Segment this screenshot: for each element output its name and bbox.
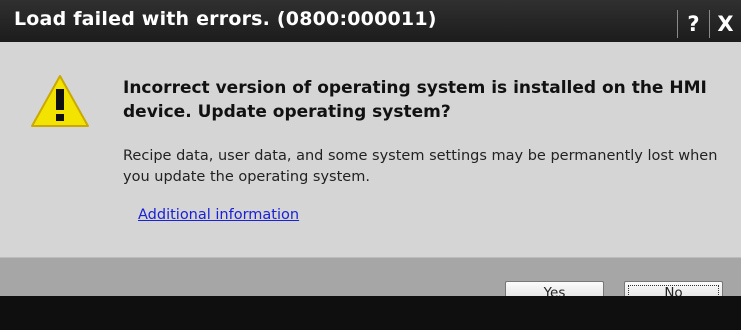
titlebar-buttons: ? X bbox=[677, 10, 741, 38]
error-headline: Incorrect version of operating system is… bbox=[123, 78, 707, 122]
bottom-strip bbox=[0, 296, 741, 330]
error-description: Recipe data, user data, and some system … bbox=[123, 148, 718, 185]
help-button[interactable]: ? bbox=[677, 10, 709, 38]
load-error-dialog: Load failed with errors. (0800:000011) ?… bbox=[0, 0, 741, 330]
dialog-title: Load failed with errors. (0800:000011) bbox=[14, 8, 437, 30]
additional-information-link[interactable]: Additional information bbox=[138, 207, 299, 223]
close-button[interactable]: X bbox=[709, 10, 741, 38]
warning-icon bbox=[31, 75, 89, 127]
dialog-titlebar[interactable]: Load failed with errors. (0800:000011) ?… bbox=[0, 0, 741, 42]
dialog-body: Incorrect version of operating system is… bbox=[0, 42, 741, 257]
